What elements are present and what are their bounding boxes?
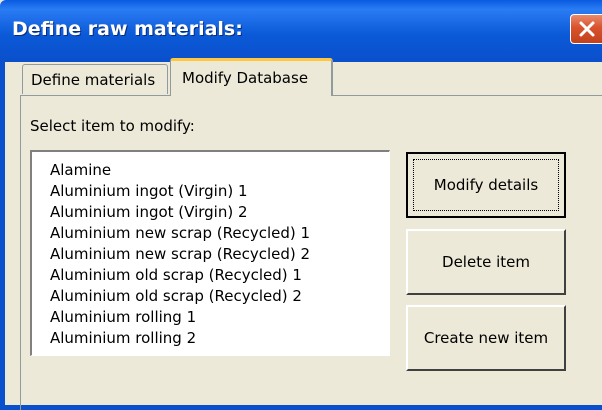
title-bar[interactable]: Define raw materials: <box>0 0 602 62</box>
create-new-item-button[interactable]: Create new item <box>406 305 566 371</box>
tab-modify-database[interactable]: Modify Database <box>170 58 333 96</box>
dialog-window: Define raw materials: Define materials M… <box>0 0 602 410</box>
tab-define-materials[interactable]: Define materials <box>22 64 168 94</box>
list-item[interactable]: Aluminium new scrap (Recycled) 2 <box>50 244 360 265</box>
modify-details-button[interactable]: Modify details <box>406 152 566 218</box>
window-border-left <box>0 62 5 410</box>
list-item[interactable]: Aluminium old scrap (Recycled) 2 <box>50 286 360 307</box>
delete-item-button[interactable]: Delete item <box>406 229 566 295</box>
list-item[interactable]: Aluminium new scrap (Recycled) 1 <box>50 223 360 244</box>
list-item[interactable]: Aluminium ingot (Virgin) 1 <box>50 181 360 202</box>
list-item[interactable]: Aluminium ingot (Virgin) 2 <box>50 202 360 223</box>
delete-item-label: Delete item <box>442 253 530 271</box>
list-items: Alamine Aluminium ingot (Virgin) 1 Alumi… <box>50 160 360 349</box>
list-item[interactable]: Aluminium old scrap (Recycled) 1 <box>50 265 360 286</box>
list-item[interactable]: Alamine <box>50 160 360 181</box>
create-new-item-label: Create new item <box>423 329 549 347</box>
close-icon <box>579 21 594 37</box>
window-title: Define raw materials: <box>12 18 243 40</box>
list-item[interactable]: Aluminium rolling 2 <box>50 328 360 349</box>
select-item-label: Select item to modify: <box>30 117 195 135</box>
list-item[interactable]: Aluminium rolling 1 <box>50 307 360 328</box>
close-button[interactable] <box>570 14 602 44</box>
items-listbox[interactable]: Alamine Aluminium ingot (Virgin) 1 Alumi… <box>30 150 390 356</box>
focus-rectangle <box>413 159 559 211</box>
